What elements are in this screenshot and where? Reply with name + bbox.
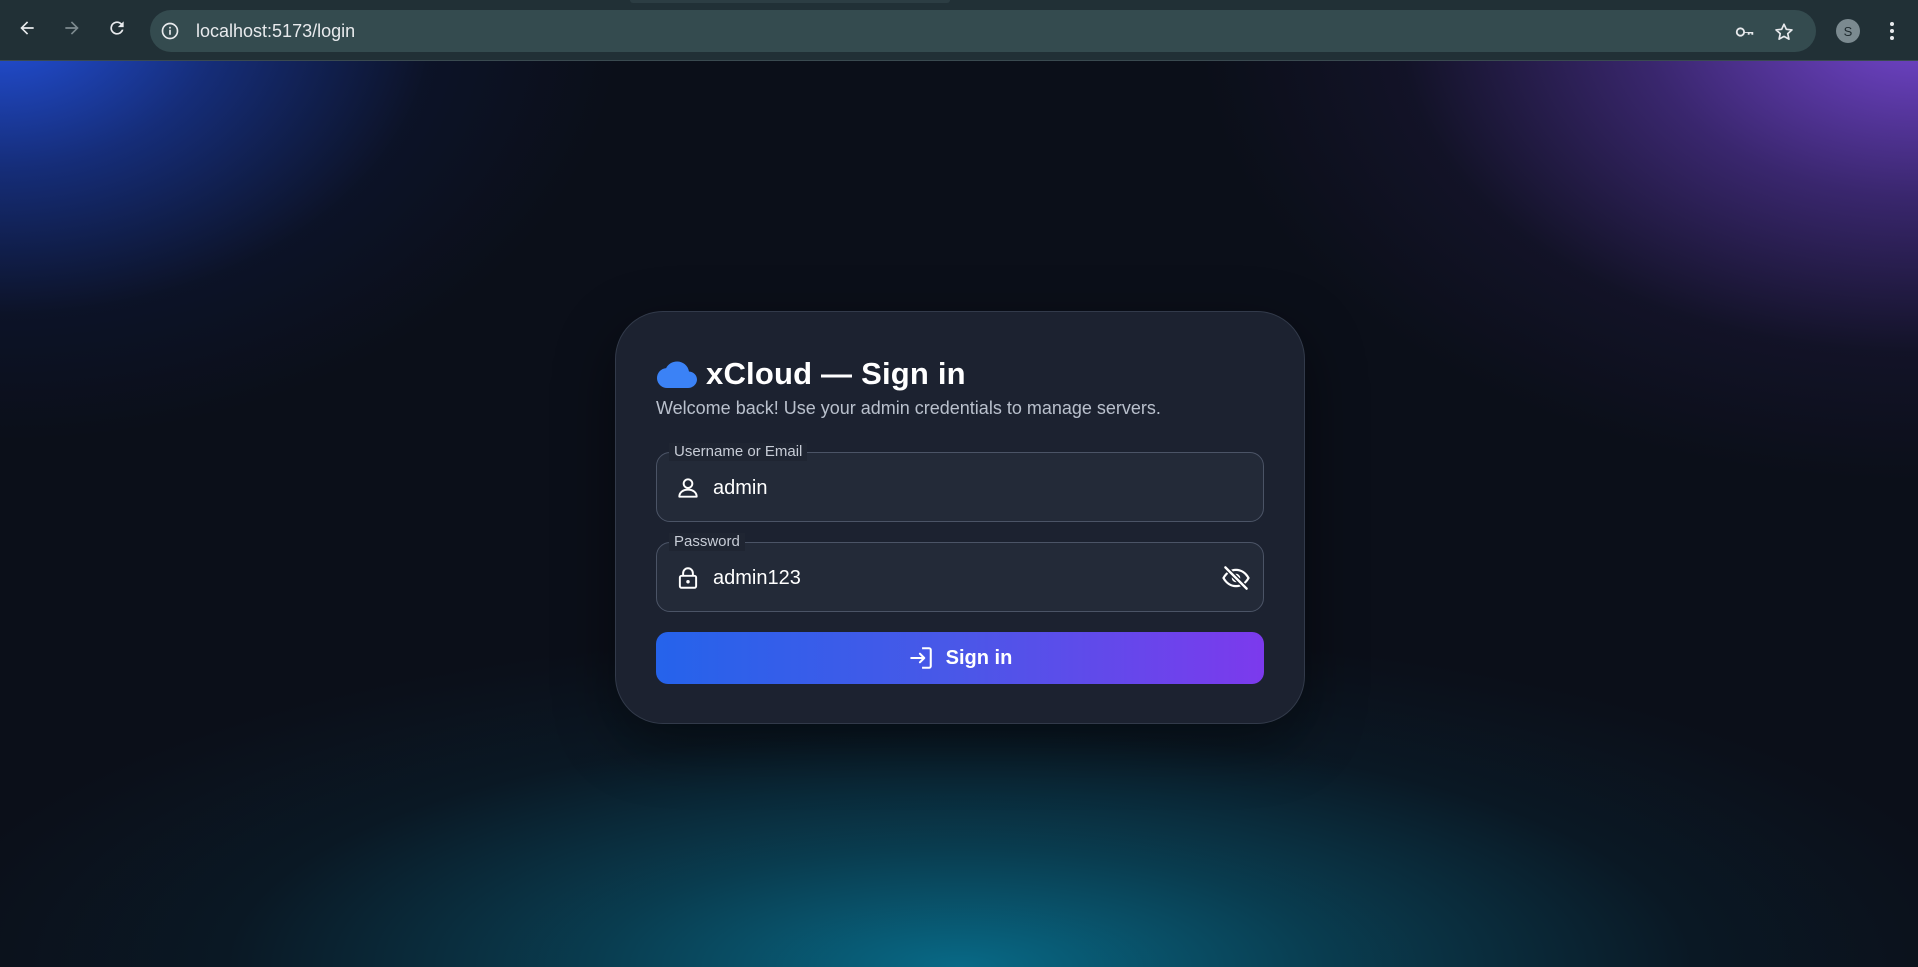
card-header: xCloud — Sign in bbox=[656, 356, 966, 392]
sign-in-button[interactable]: Sign in bbox=[656, 632, 1264, 684]
eye-off-icon[interactable] bbox=[1221, 563, 1251, 593]
arrow-left-icon bbox=[20, 21, 34, 35]
arrow-right-icon bbox=[65, 21, 79, 35]
back-button[interactable] bbox=[13, 14, 41, 42]
address-bar[interactable]: localhost:5173/login bbox=[150, 10, 1816, 52]
login-card: xCloud — Sign in Welcome back! Use your … bbox=[615, 311, 1305, 724]
reload-button[interactable] bbox=[103, 14, 131, 42]
kebab-menu-icon bbox=[1890, 22, 1894, 40]
key-icon bbox=[1735, 27, 1754, 37]
page-subtitle: Welcome back! Use your admin credentials… bbox=[656, 398, 1161, 418]
person-icon bbox=[678, 478, 698, 498]
username-field[interactable]: Username or Email admin bbox=[656, 443, 1264, 522]
lock-icon bbox=[678, 567, 698, 589]
browser-menu-button[interactable] bbox=[1880, 17, 1904, 45]
reload-icon bbox=[110, 21, 124, 35]
sign-in-label: Sign in bbox=[945, 646, 1013, 669]
password-field[interactable]: Password admin123 bbox=[656, 533, 1264, 612]
tab-strip-edge bbox=[630, 0, 950, 3]
cloud-icon bbox=[657, 361, 697, 388]
username-label: Username or Email bbox=[669, 443, 808, 461]
browser-toolbar: localhost:5173/login S bbox=[0, 0, 1918, 61]
password-input[interactable]: admin123 bbox=[713, 566, 801, 590]
forward-button[interactable] bbox=[58, 14, 86, 42]
page-title: xCloud — Sign in bbox=[706, 356, 966, 391]
url-text[interactable]: localhost:5173/login bbox=[196, 21, 355, 41]
login-page: xCloud — Sign in Welcome back! Use your … bbox=[0, 61, 1918, 967]
info-icon[interactable] bbox=[160, 21, 180, 41]
password-label: Password bbox=[669, 533, 745, 551]
username-input[interactable]: admin bbox=[713, 476, 767, 500]
bookmark-button[interactable] bbox=[1772, 20, 1796, 44]
login-icon bbox=[909, 647, 932, 669]
password-manager-button[interactable] bbox=[1733, 20, 1757, 44]
profile-avatar[interactable]: S bbox=[1836, 19, 1860, 43]
star-icon bbox=[1775, 23, 1793, 40]
